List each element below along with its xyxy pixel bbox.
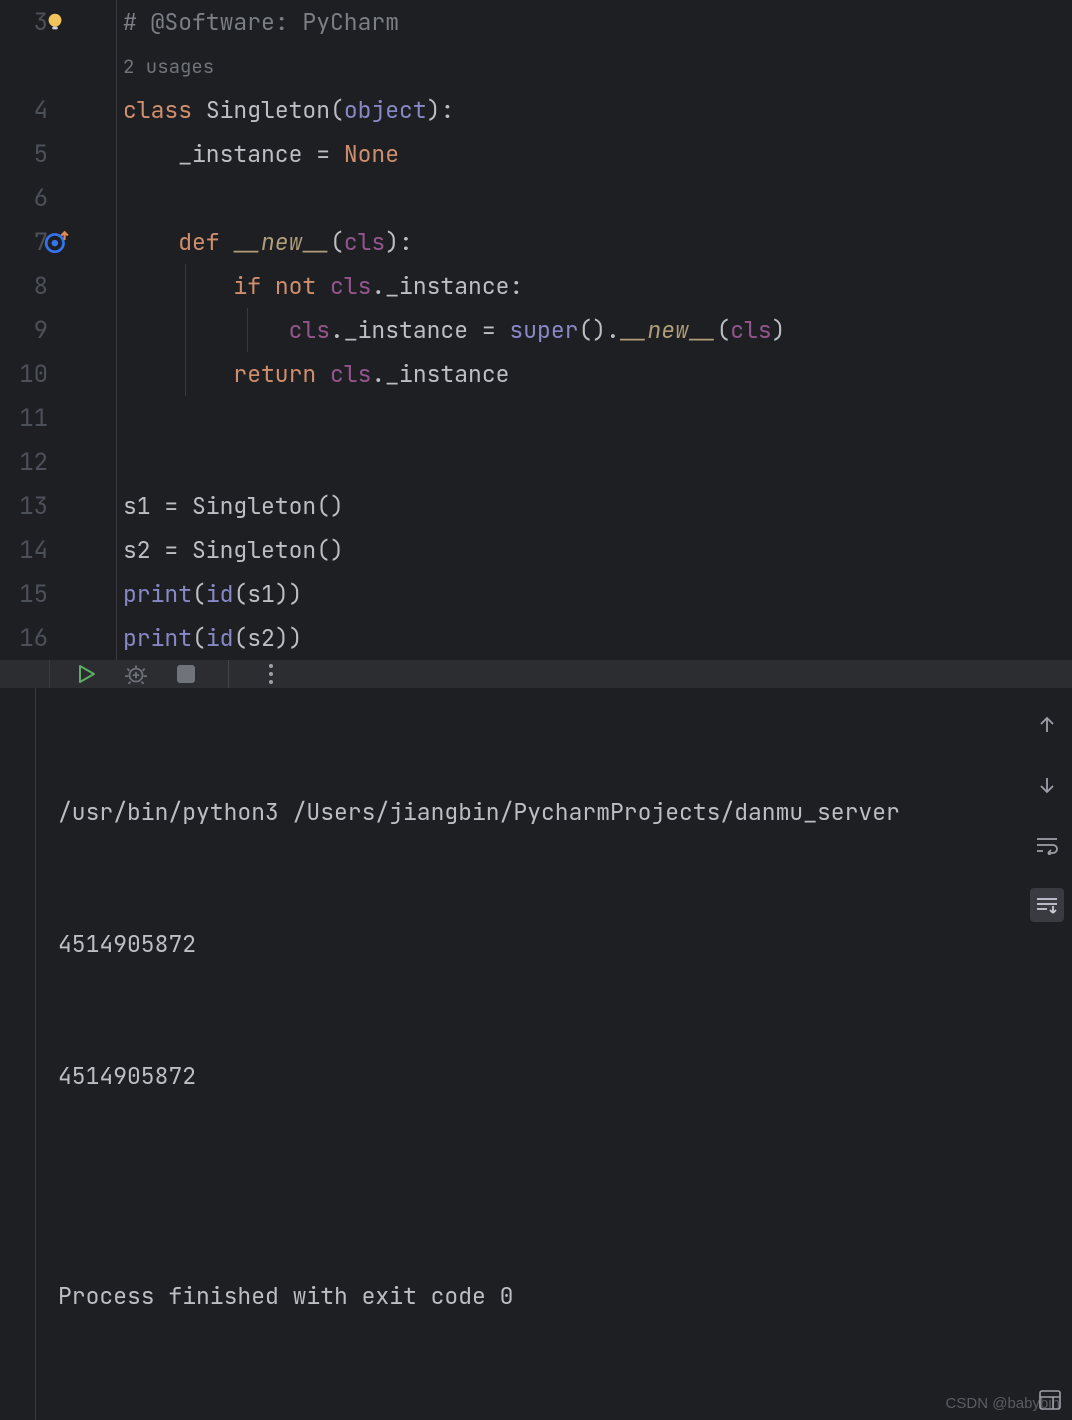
code-line[interactable] — [123, 176, 1072, 220]
code-line[interactable]: cls._instance = super().__new__(cls) — [123, 308, 1072, 352]
intention-bulb-icon[interactable] — [44, 11, 66, 33]
up-arrow-button[interactable] — [1030, 708, 1064, 742]
gutter[interactable]: 3 4 5 6 7 8 9 10 11 12 13 14 15 16 — [0, 0, 117, 660]
console-output-line: 4514905872 — [58, 922, 1050, 966]
line-number: 16 — [0, 623, 48, 654]
console-output[interactable]: /usr/bin/python3 /Users/jiangbin/Pycharm… — [36, 688, 1072, 1420]
comment-text: # @Software: PyCharm — [123, 7, 399, 37]
gutter-row[interactable]: 15 — [0, 572, 116, 616]
code-line[interactable]: # @Software: PyCharm — [123, 0, 1072, 44]
gutter-row[interactable]: 4 — [0, 88, 116, 132]
line-number: 5 — [0, 139, 48, 170]
gutter-row[interactable]: 16 — [0, 616, 116, 660]
indent-guide — [247, 308, 248, 352]
line-number: 10 — [0, 359, 48, 390]
code-line[interactable]: if not cls._instance: — [123, 264, 1072, 308]
run-button[interactable] — [72, 660, 100, 688]
run-console[interactable]: /usr/bin/python3 /Users/jiangbin/Pycharm… — [0, 688, 1072, 1420]
code-line[interactable]: 2 usages — [123, 44, 1072, 88]
code-area[interactable]: # @Software: PyCharm 2 usages class Single… — [117, 0, 1072, 660]
indent-guide — [185, 352, 186, 396]
gutter-row[interactable]: 7 — [0, 220, 116, 264]
scroll-to-end-button[interactable] — [1030, 888, 1064, 922]
gutter-row[interactable]: 14 — [0, 528, 116, 572]
code-line[interactable]: print(id(s1)) — [123, 572, 1072, 616]
code-line[interactable] — [123, 440, 1072, 484]
more-actions-button[interactable] — [257, 660, 285, 688]
line-number: 12 — [0, 447, 48, 478]
console-exit-line: Process finished with exit code 0 — [58, 1274, 1050, 1318]
code-line[interactable]: _instance = None — [123, 132, 1072, 176]
line-number: 14 — [0, 535, 48, 566]
line-number: 13 — [0, 491, 48, 522]
console-output-line: 4514905872 — [58, 1054, 1050, 1098]
toolbar-left-gutter — [14, 660, 50, 688]
gutter-row[interactable]: 3 — [0, 0, 116, 44]
line-number: 4 — [0, 95, 48, 126]
debug-button[interactable] — [122, 660, 150, 688]
layout-settings-icon[interactable] — [1038, 1388, 1062, 1418]
line-number: 15 — [0, 579, 48, 610]
gutter-row[interactable]: 5 — [0, 132, 116, 176]
line-number: 9 — [0, 315, 48, 346]
code-line[interactable]: def __new__(cls): — [123, 220, 1072, 264]
gutter-row[interactable]: 8 — [0, 264, 116, 308]
code-line[interactable]: s2 = Singleton() — [123, 528, 1072, 572]
code-line[interactable]: return cls._instance — [123, 352, 1072, 396]
gutter-row[interactable]: 11 — [0, 396, 116, 440]
gutter-row[interactable] — [0, 44, 116, 88]
console-side-toolbar — [1030, 708, 1064, 922]
code-line[interactable] — [123, 396, 1072, 440]
console-gutter — [0, 688, 36, 1420]
console-cmd-line: /usr/bin/python3 /Users/jiangbin/Pycharm… — [58, 790, 1050, 834]
down-arrow-button[interactable] — [1030, 768, 1064, 802]
code-line[interactable]: s1 = Singleton() — [123, 484, 1072, 528]
code-editor[interactable]: 3 4 5 6 7 8 9 10 11 12 13 14 15 16 # @Software: PyCha… — [0, 0, 1072, 660]
gutter-row[interactable]: 13 — [0, 484, 116, 528]
toolbar-separator — [228, 660, 229, 688]
soft-wrap-button[interactable] — [1030, 828, 1064, 862]
line-number: 7 — [0, 227, 48, 258]
gutter-row[interactable]: 6 — [0, 176, 116, 220]
line-number: 3 — [0, 7, 48, 38]
line-number: 11 — [0, 403, 48, 434]
indent-guide — [185, 308, 186, 352]
run-toolbar — [0, 660, 1072, 688]
line-number: 6 — [0, 183, 48, 214]
gutter-row[interactable]: 12 — [0, 440, 116, 484]
usages-hint: 2 usages — [123, 54, 214, 79]
line-number: 8 — [0, 271, 48, 302]
code-line[interactable]: print(id(s2)) — [123, 616, 1072, 660]
gutter-row[interactable]: 9 — [0, 308, 116, 352]
indent-guide — [185, 264, 186, 308]
gutter-row[interactable]: 10 — [0, 352, 116, 396]
stop-button[interactable] — [172, 660, 200, 688]
override-method-icon[interactable] — [44, 229, 70, 255]
code-line[interactable]: class Singleton(object): — [123, 88, 1072, 132]
